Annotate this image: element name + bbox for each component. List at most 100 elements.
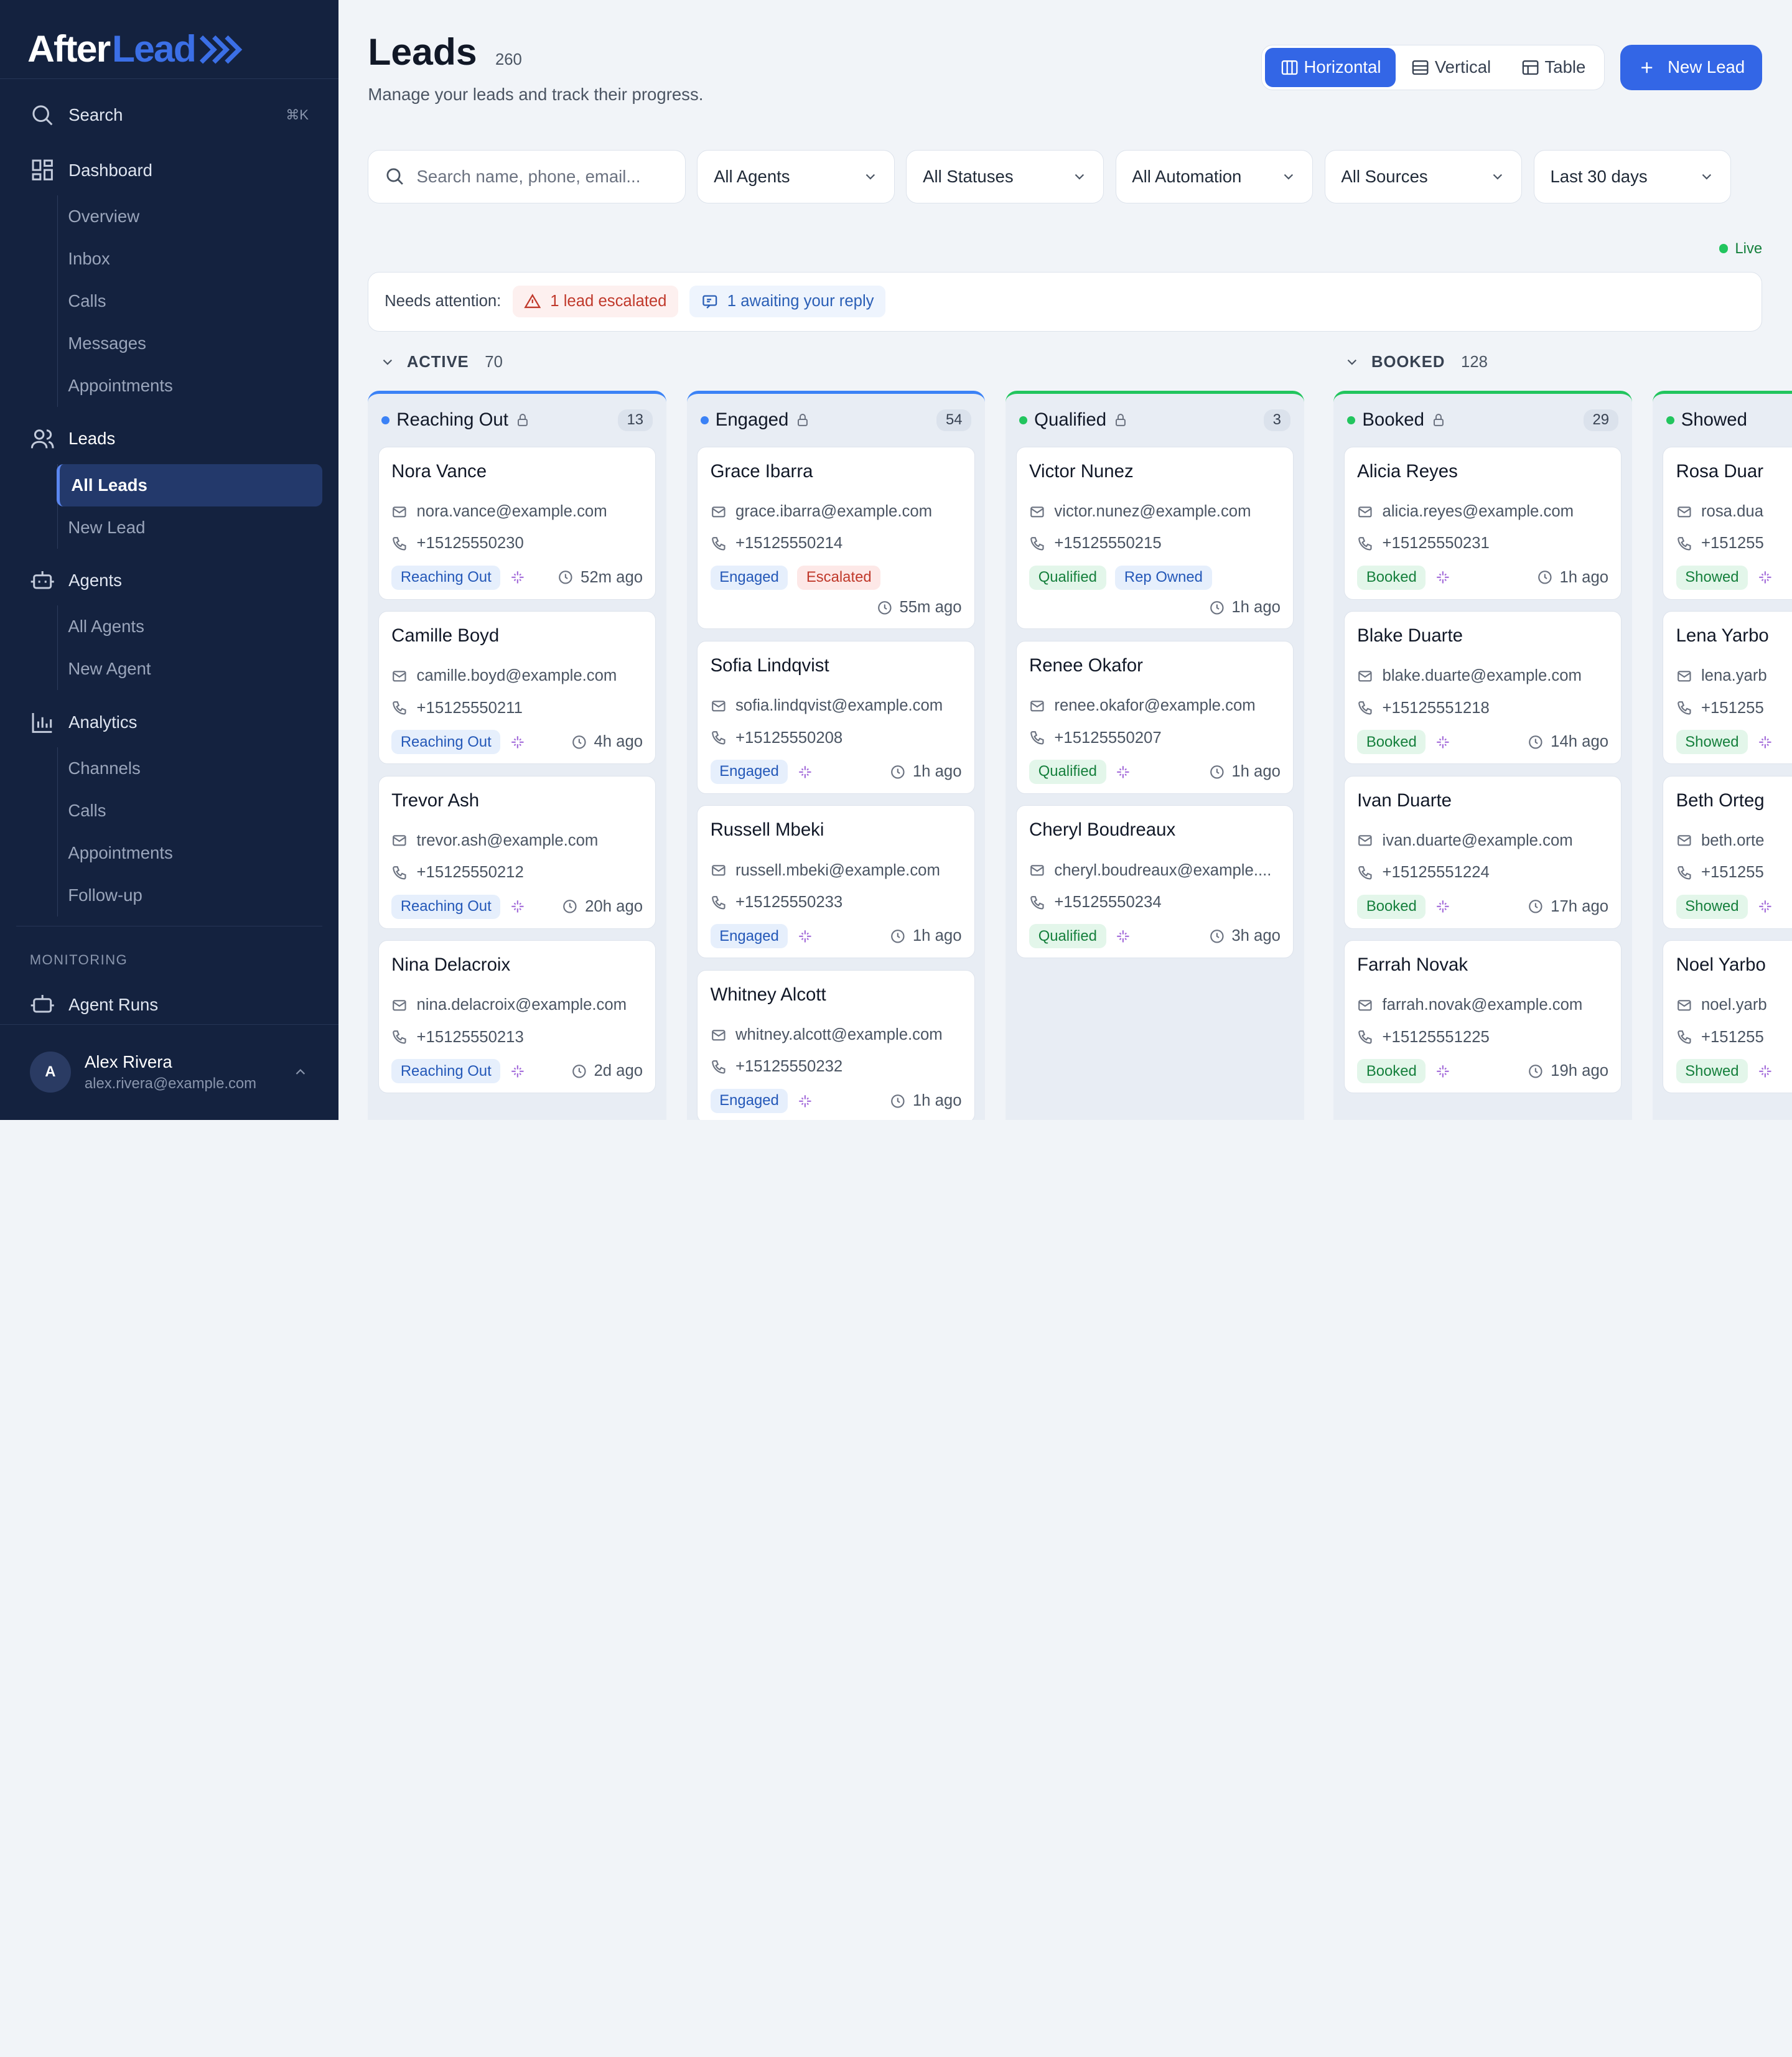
awaiting-reply-chip[interactable]: 1 awaiting your reply (689, 286, 885, 318)
lead-card[interactable]: Farrah Novak farrah.novak@example.com +151… (1343, 940, 1622, 1094)
sidebar-item-all-agents[interactable]: All Agents (57, 605, 322, 648)
lock-icon (798, 414, 808, 427)
lead-card[interactable]: Cheryl Boudreaux cheryl.boudreaux@example… (1015, 805, 1294, 959)
lead-email-text: grace.ibarra@example.com (735, 502, 933, 520)
sidebar-item-all-leads[interactable]: All Leads (56, 464, 322, 506)
lead-phone-text: +15125551225 (1382, 1028, 1490, 1046)
source-filter-select[interactable]: All Sources (1324, 149, 1523, 203)
sidebar-item-overview[interactable]: Overview (57, 195, 322, 238)
lead-time-text: 1h ago (912, 927, 962, 945)
lead-phone: +15125550213 (391, 1022, 643, 1053)
lead-name: Nina Delacroix (391, 954, 511, 976)
lead-card[interactable]: Beth Orteg beth.orte +151255 Showed (1663, 775, 1792, 929)
lead-card[interactable]: Rosa Duar rosa.dua +151255 Showed (1663, 446, 1792, 600)
lead-card-footer: Engaged 1h ago (710, 759, 962, 784)
lead-card-footer: Booked 1h ago (1357, 565, 1609, 590)
sidebar-item-follow-up[interactable]: Follow-up (57, 874, 322, 917)
leads-count: 260 (495, 50, 522, 68)
lead-card[interactable]: Nora Vance nora.vance@example.com +1512555… (378, 446, 656, 600)
lead-card[interactable]: Russell Mbeki russell.mbeki@example.com +1… (697, 805, 975, 959)
view-vertical-button[interactable]: Vertical (1396, 48, 1506, 86)
lead-time: 3h ago (1209, 927, 1281, 945)
lead-card[interactable]: Noel Yarbo noel.yarb +151255 Showed (1663, 940, 1792, 1094)
select-value: All Agents (714, 166, 790, 186)
lead-card[interactable]: Victor Nunez victor.nunez@example.com +151… (1015, 446, 1294, 630)
sidebar-item-inbox[interactable]: Inbox (57, 238, 322, 280)
sidebar-item-channels[interactable]: Channels (57, 747, 322, 790)
lead-card[interactable]: Lena Yarbo lena.yarb +151255 Showed (1663, 611, 1792, 765)
view-table-button[interactable]: Table (1506, 48, 1600, 86)
lead-email-text: blake.duarte@example.com (1382, 667, 1582, 685)
bot-icon (30, 571, 54, 589)
lead-card[interactable]: Sofia Lindqvist sofia.lindqvist@example.c… (697, 640, 975, 794)
new-lead-button[interactable]: New Lead (1620, 44, 1763, 91)
phone-icon (393, 866, 406, 880)
column-header[interactable]: Booked 29 (1333, 394, 1631, 446)
user-menu[interactable]: A Alex Rivera alex.rivera@example.com (0, 1024, 338, 1120)
sidebar-item-new-agent[interactable]: New Agent (57, 648, 322, 690)
column-count: 13 (617, 409, 653, 432)
date-range-select[interactable]: Last 30 days (1533, 149, 1732, 203)
view-horizontal-button[interactable]: Horizontal (1265, 48, 1396, 87)
lead-card[interactable]: Grace Ibarra grace.ibarra@example.com +151… (697, 446, 975, 630)
sidebar-item-appointments[interactable]: Appointments (57, 365, 322, 407)
table-icon (1522, 60, 1539, 75)
lead-card-footer: Qualified 1h ago (1029, 759, 1281, 784)
automation-filter-select[interactable]: All Automation (1115, 149, 1314, 203)
lead-card[interactable]: Blake Duarte blake.duarte@example.com +151… (1343, 611, 1622, 765)
lead-card[interactable]: Renee Okafor renee.okafor@example.com +151… (1015, 640, 1294, 794)
lead-card[interactable]: Whitney Alcott whitney.alcott@example.com… (697, 969, 975, 1120)
sidebar-item-agents[interactable]: Agents (16, 556, 322, 606)
lead-name: Whitney Alcott (710, 984, 826, 1005)
column-header[interactable]: Reaching Out 13 (368, 394, 666, 446)
status-badge: Reaching Out (391, 730, 501, 755)
lead-email: nora.vance@example.com (391, 496, 643, 528)
mail-icon (1677, 835, 1691, 846)
sidebar-item-new-lead[interactable]: New Lead (57, 506, 322, 549)
brand-logo[interactable]: After Lead (0, 0, 338, 79)
clock-icon (1529, 900, 1542, 913)
select-value: All Statuses (923, 166, 1014, 186)
column-header[interactable]: Engaged 54 (687, 394, 985, 446)
column-header[interactable]: Qualified 3 (1006, 394, 1304, 446)
clock-icon (891, 930, 905, 943)
sidebar-search[interactable]: Search ⌘K (16, 90, 322, 141)
phone-icon (711, 537, 726, 551)
status-filter-select[interactable]: All Statuses (906, 149, 1104, 203)
agents-filter-select[interactable]: All Agents (697, 149, 895, 203)
lead-card[interactable]: Trevor Ash trevor.ash@example.com +1512555… (378, 775, 656, 929)
sidebar-item-calls[interactable]: Calls (57, 280, 322, 322)
sparkle-icon (1437, 900, 1449, 913)
sidebar-item-dashboard[interactable]: Dashboard (16, 145, 322, 195)
lock-icon (1116, 414, 1126, 427)
sidebar-item-messages[interactable]: Messages (57, 322, 322, 365)
agents-subnav: All Agents New Agent (57, 605, 322, 691)
lead-time: 52m ago (558, 569, 643, 587)
sidebar-item-agent-runs[interactable]: Agent Runs (16, 979, 322, 1030)
sparkle-icon (511, 736, 524, 749)
search-input[interactable] (416, 166, 645, 187)
view-label: Vertical (1434, 57, 1491, 77)
column-title: Reaching Out (396, 409, 508, 431)
analytics-subnav: Channels Calls Appointments Follow-up (57, 747, 322, 917)
lead-time-text: 1h ago (1559, 568, 1609, 586)
lead-phone: +15125551224 (1357, 857, 1608, 889)
lead-card[interactable]: Alicia Reyes alicia.reyes@example.com +151… (1343, 446, 1622, 600)
column-header[interactable]: Showed (1653, 394, 1792, 446)
sidebar-item-leads[interactable]: Leads (16, 414, 322, 464)
clock-icon (891, 1094, 905, 1108)
mail-icon (711, 865, 726, 876)
group-booked-header[interactable]: BOOKED 128 (1344, 353, 1488, 371)
lead-card[interactable]: Nina Delacroix nina.delacroix@example.com… (378, 940, 656, 1094)
sidebar-item-analytics-calls[interactable]: Calls (57, 790, 322, 832)
lead-card[interactable]: Ivan Duarte ivan.duarte@example.com +15125… (1343, 775, 1622, 929)
lead-search (368, 149, 686, 203)
sparkle-icon (799, 1094, 811, 1107)
sidebar-item-analytics-appointments[interactable]: Appointments (57, 832, 322, 874)
lead-email-text: nora.vance@example.com (416, 502, 607, 520)
lead-card[interactable]: Camille Boyd camille.boyd@example.com +151… (378, 611, 656, 765)
group-active-header[interactable]: ACTIVE 70 (380, 353, 503, 371)
escalated-chip[interactable]: 1 lead escalated (512, 286, 678, 318)
column-booked: Booked 29 Alicia Reyes alicia.reyes@example… (1333, 391, 1632, 1120)
sidebar-item-analytics[interactable]: Analytics (16, 697, 322, 747)
